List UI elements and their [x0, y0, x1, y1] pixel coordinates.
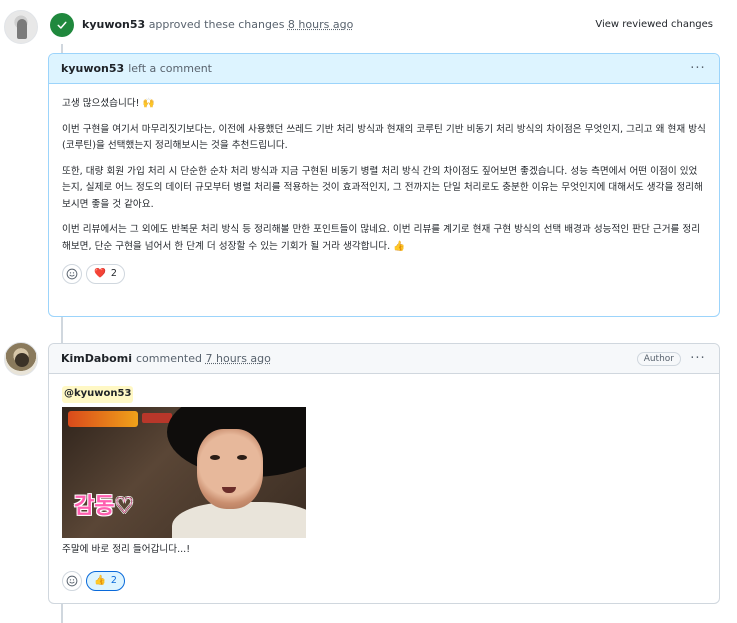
kebab-horizontal-icon[interactable]: ··· — [689, 62, 707, 75]
reaction-count: 2 — [110, 574, 117, 586]
view-reviewed-changes-button[interactable]: View reviewed changes — [595, 19, 713, 30]
comment-action: commented — [135, 352, 202, 365]
avatar[interactable] — [4, 10, 38, 44]
comment-paragraph: 주말에 바로 정리 들어갑니다...! — [62, 543, 191, 555]
avatar[interactable] — [4, 342, 38, 376]
comment-action: left a comment — [128, 62, 212, 75]
smiley-add-reaction-icon[interactable] — [62, 571, 82, 591]
thumbs-up-icon: 👍 — [94, 574, 106, 586]
review-timestamp[interactable]: 8 hours ago — [288, 18, 353, 31]
user-mention[interactable]: @kyuwon53 — [62, 386, 134, 403]
reaction-gif-image: 감동♡ — [62, 406, 306, 538]
comment-body: 고생 많으셨습니다! 🙌 이번 구현을 여기서 마무리짓기보다는, 이전에 사용… — [49, 84, 719, 296]
smiley-add-reaction-icon[interactable] — [62, 264, 82, 284]
comment-header: kyuwon53 left a comment ··· — [49, 54, 719, 84]
check-circle-icon — [50, 13, 74, 37]
review-author[interactable]: kyuwon53 — [82, 18, 145, 31]
comment-header: KimDabomi commented 7 hours ago Author ·… — [49, 344, 719, 374]
review-event: kyuwon53 approved these changes 8 hours … — [82, 18, 353, 31]
comment-paragraph: 고생 많으셨습니다! 🙌 — [62, 98, 155, 109]
comment-body: @kyuwon53 감동♡ 주말에 바로 정리 들어갑니다...! 👍 2 — [49, 374, 719, 603]
comment-paragraph: 또한, 대량 회원 가입 처리 시 단순한 순차 처리 방식과 지금 구현된 비… — [62, 165, 703, 210]
gif-caption: 감동♡ — [74, 493, 135, 519]
reaction-count: 2 — [110, 267, 117, 279]
review-action: approved these changes — [148, 18, 285, 31]
review-comment: kyuwon53 left a comment ··· 고생 많으셨습니다! 🙌… — [48, 53, 720, 317]
author-badge: Author — [636, 351, 681, 366]
issue-comment: KimDabomi commented 7 hours ago Author ·… — [48, 343, 720, 604]
reactions-bar: 👍 2 — [62, 571, 706, 591]
comment-paragraph: 이번 리뷰에서는 그 외에도 반복문 처리 방식 등 정리해볼 만한 포인트들이… — [62, 224, 701, 252]
thumbs-up-reaction-button[interactable]: 👍 2 — [86, 571, 125, 591]
comment-author[interactable]: KimDabomi — [61, 352, 132, 365]
heart-icon: ❤️ — [94, 267, 106, 279]
kebab-horizontal-icon[interactable]: ··· — [689, 352, 707, 365]
heart-reaction-button[interactable]: ❤️ 2 — [86, 264, 125, 284]
comment-paragraph: 이번 구현을 여기서 마무리짓기보다는, 이전에 사용했던 쓰레드 기반 처리 … — [62, 123, 706, 152]
comment-author[interactable]: kyuwon53 — [61, 62, 124, 75]
reactions-bar: ❤️ 2 — [62, 264, 706, 284]
comment-timestamp[interactable]: 7 hours ago — [206, 352, 271, 365]
